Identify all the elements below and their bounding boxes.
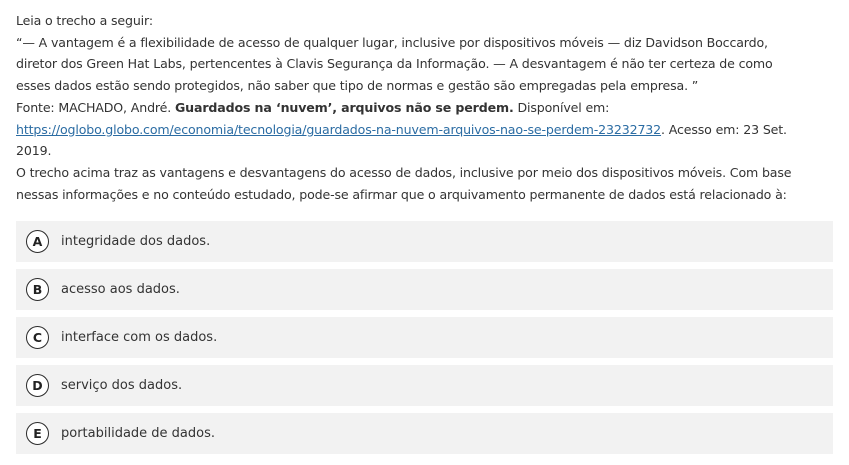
access-year: 2019. xyxy=(16,143,52,159)
option-d[interactable]: D serviço dos dados. xyxy=(16,365,833,406)
access-date: . Acesso em: 23 Set. xyxy=(661,121,787,137)
quote-line: diretor dos Green Hat Labs, pertencentes… xyxy=(16,56,773,72)
source-citation: Fonte: MACHADO, André. Guardados na ‘nuv… xyxy=(16,97,838,119)
option-e[interactable]: E portabilidade de dados. xyxy=(16,413,833,454)
source-link-line: https://oglobo.globo.com/economia/tecnol… xyxy=(16,119,838,141)
option-letter-badge: A xyxy=(26,230,49,253)
option-letter-badge: D xyxy=(26,374,49,397)
source-link[interactable]: https://oglobo.globo.com/economia/tecnol… xyxy=(16,122,661,137)
question-intro: Leia o trecho a seguir: xyxy=(16,13,153,28)
prompt-line: O trecho acima traz as vantagens e desva… xyxy=(16,164,792,180)
source-prefix: Fonte: MACHADO, André. xyxy=(16,99,175,115)
option-b[interactable]: B acesso aos dados. xyxy=(16,269,833,310)
quote-line: esses dados estão sendo protegidos, não … xyxy=(16,78,699,94)
prompt-line: nessas informações e no conteúdo estudad… xyxy=(16,186,787,202)
option-letter-badge: C xyxy=(26,326,49,349)
option-text: serviço dos dados. xyxy=(61,378,183,393)
option-letter-badge: B xyxy=(26,278,49,301)
option-text: acesso aos dados. xyxy=(61,282,180,297)
source-title: Guardados na ‘nuvem’, arquivos não se pe… xyxy=(174,99,514,115)
option-text: portabilidade de dados. xyxy=(61,426,216,441)
quote-line: “— A vantagem é a flexibilidade de acess… xyxy=(16,34,768,50)
source-suffix: Disponível em: xyxy=(513,99,610,115)
option-c[interactable]: C interface com os dados. xyxy=(16,317,833,358)
question-text: Leia o trecho a seguir: “— A vantagem é … xyxy=(16,10,838,205)
option-a[interactable]: A integridade dos dados. xyxy=(16,221,833,262)
option-letter-badge: E xyxy=(26,422,49,445)
answer-options: A integridade dos dados. B acesso aos da… xyxy=(16,221,833,461)
option-text: integridade dos dados. xyxy=(61,234,211,249)
option-text: interface com os dados. xyxy=(61,330,218,345)
